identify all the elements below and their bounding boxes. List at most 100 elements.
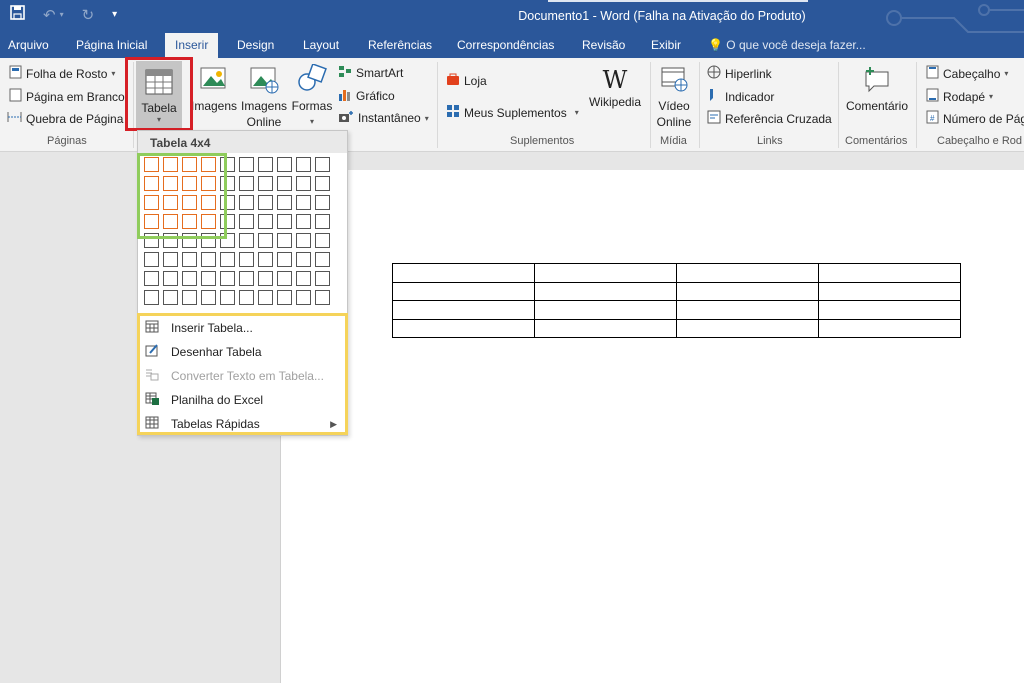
grid-cell[interactable] <box>182 252 197 267</box>
grid-cell[interactable] <box>258 195 273 210</box>
meus-suplementos-button[interactable]: Meus Suplementos ▾ <box>446 104 579 121</box>
comentario-button[interactable]: Comentário <box>843 64 911 114</box>
grid-cell[interactable] <box>296 271 311 286</box>
grid-cell[interactable] <box>315 271 330 286</box>
grid-cell[interactable] <box>163 252 178 267</box>
video-online-button[interactable]: Vídeo Online <box>653 64 695 130</box>
instantaneo-button[interactable]: Instantâneo ▾ <box>338 110 429 126</box>
grid-cell[interactable] <box>277 195 292 210</box>
grid-cell[interactable] <box>182 290 197 305</box>
grid-cell[interactable] <box>258 157 273 172</box>
table-cell[interactable] <box>534 318 677 338</box>
grid-cell[interactable] <box>296 176 311 191</box>
table-cell[interactable] <box>392 318 535 338</box>
grid-cell[interactable] <box>315 290 330 305</box>
wikipedia-button[interactable]: W Wikipedia <box>585 66 645 110</box>
grid-cell[interactable] <box>315 176 330 191</box>
grid-cell[interactable] <box>258 290 273 305</box>
grid-cell[interactable] <box>315 214 330 229</box>
grid-cell[interactable] <box>296 252 311 267</box>
grid-cell[interactable] <box>182 271 197 286</box>
formas-button[interactable]: Formas ▾ <box>291 63 333 130</box>
grid-cell[interactable] <box>144 290 159 305</box>
grid-cell[interactable] <box>220 271 235 286</box>
table-cell[interactable] <box>392 263 535 283</box>
grid-cell[interactable] <box>163 290 178 305</box>
grid-cell[interactable] <box>239 176 254 191</box>
grid-cell[interactable] <box>239 252 254 267</box>
grid-cell[interactable] <box>258 233 273 248</box>
menu-item-desenhar-tabela[interactable]: Desenhar Tabela <box>145 340 345 364</box>
tab-exibir[interactable]: Exibir <box>651 38 681 52</box>
table-cell[interactable] <box>818 318 961 338</box>
grid-cell[interactable] <box>258 271 273 286</box>
grid-cell[interactable] <box>239 290 254 305</box>
grid-cell[interactable] <box>201 271 216 286</box>
grid-cell[interactable] <box>258 252 273 267</box>
grid-cell[interactable] <box>277 157 292 172</box>
table-cell[interactable] <box>818 300 961 320</box>
grid-cell[interactable] <box>163 271 178 286</box>
grid-cell[interactable] <box>239 233 254 248</box>
indicador-button[interactable]: Indicador <box>707 88 774 105</box>
tab-correspondencias[interactable]: Correspondências <box>457 38 554 52</box>
tab-revisao[interactable]: Revisão <box>582 38 625 52</box>
rodape-button[interactable]: Rodapé ▾ <box>926 88 993 105</box>
table-cell[interactable] <box>676 300 819 320</box>
grid-cell[interactable] <box>239 271 254 286</box>
grid-cell[interactable] <box>239 195 254 210</box>
referencia-cruzada-button[interactable]: Referência Cruzada <box>707 110 832 127</box>
table-cell[interactable] <box>818 281 961 301</box>
table-cell[interactable] <box>676 281 819 301</box>
document-table[interactable] <box>392 263 961 338</box>
grid-cell[interactable] <box>315 157 330 172</box>
hiperlink-button[interactable]: Hiperlink <box>707 65 772 82</box>
grid-cell[interactable] <box>296 233 311 248</box>
grid-cell[interactable] <box>201 252 216 267</box>
grid-cell[interactable] <box>277 214 292 229</box>
grid-cell[interactable] <box>144 252 159 267</box>
imagens-online-button[interactable]: Imagens Online <box>240 64 288 130</box>
table-cell[interactable] <box>676 263 819 283</box>
imagens-button[interactable]: Imagens <box>191 64 237 114</box>
quebra-de-pagina-button[interactable]: Quebra de Página <box>7 110 123 127</box>
tab-referencias[interactable]: Referências <box>368 38 432 52</box>
menu-item-tabelas-rapidas[interactable]: Tabelas Rápidas ▶ <box>145 412 345 436</box>
table-cell[interactable] <box>392 300 535 320</box>
grid-cell[interactable] <box>296 290 311 305</box>
grid-cell[interactable] <box>296 157 311 172</box>
grafico-button[interactable]: Gráfico <box>338 88 395 104</box>
folha-de-rosto-button[interactable]: Folha de Rosto ▾ <box>9 65 115 82</box>
cabecalho-button[interactable]: Cabeçalho ▾ <box>926 65 1008 82</box>
pagina-em-branco-button[interactable]: Página em Branco <box>9 88 125 105</box>
tab-design[interactable]: Design <box>237 38 274 52</box>
grid-cell[interactable] <box>239 157 254 172</box>
grid-cell[interactable] <box>277 271 292 286</box>
tab-pagina-inicial[interactable]: Página Inicial <box>76 38 147 52</box>
grid-cell[interactable] <box>220 252 235 267</box>
document-page[interactable] <box>280 170 1024 683</box>
tab-arquivo[interactable]: Arquivo <box>8 38 49 52</box>
tell-me-search[interactable]: 💡 O que você deseja fazer... <box>708 38 866 52</box>
grid-cell[interactable] <box>201 290 216 305</box>
grid-cell[interactable] <box>277 233 292 248</box>
grid-cell[interactable] <box>277 290 292 305</box>
smartart-button[interactable]: SmartArt <box>338 65 403 81</box>
menu-item-planilha-excel[interactable]: Planilha do Excel <box>145 388 345 412</box>
grid-cell[interactable] <box>315 195 330 210</box>
table-cell[interactable] <box>818 263 961 283</box>
grid-cell[interactable] <box>277 176 292 191</box>
table-cell[interactable] <box>392 281 535 301</box>
grid-cell[interactable] <box>220 290 235 305</box>
table-cell[interactable] <box>534 263 677 283</box>
grid-cell[interactable] <box>239 214 254 229</box>
tab-inserir[interactable]: Inserir <box>165 33 219 58</box>
grid-cell[interactable] <box>296 195 311 210</box>
grid-cell[interactable] <box>315 233 330 248</box>
tab-layout[interactable]: Layout <box>303 38 339 52</box>
grid-cell[interactable] <box>296 214 311 229</box>
table-cell[interactable] <box>534 300 677 320</box>
grid-cell[interactable] <box>277 252 292 267</box>
grid-cell[interactable] <box>258 214 273 229</box>
numero-de-pagina-button[interactable]: # Número de Pág <box>926 110 1024 127</box>
